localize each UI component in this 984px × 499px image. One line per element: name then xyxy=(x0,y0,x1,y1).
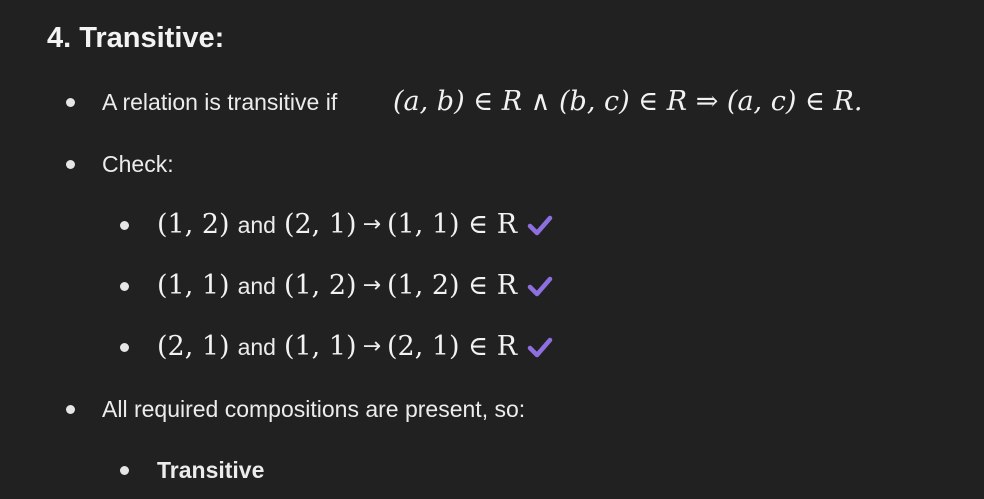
check-label: Check: xyxy=(102,151,174,177)
bullet-icon xyxy=(66,98,75,107)
checkmark-icon xyxy=(527,215,553,236)
checkmark-icon xyxy=(527,276,553,297)
pair-first: (1, 1) xyxy=(157,270,230,301)
pair-first: (2, 1) xyxy=(157,331,230,362)
definition-math: (a, b) ∈ R ∧ (b, c) ∈ R ⇒ (a, c) ∈ R. xyxy=(393,86,863,117)
bullet-icon xyxy=(66,405,75,414)
joiner-text: and xyxy=(237,212,276,238)
bullet-icon xyxy=(120,343,129,352)
result-pair: (2, 1) ∈ R xyxy=(387,331,518,362)
arrow-icon: → xyxy=(362,273,381,298)
joiner-text: and xyxy=(237,273,276,299)
definition-text: A relation is transitive if xyxy=(102,89,338,115)
arrow-icon: → xyxy=(362,334,381,359)
verdict-text: Transitive xyxy=(157,457,265,483)
pair-first: (1, 2) xyxy=(157,209,230,240)
arrow-icon: → xyxy=(362,212,381,237)
bullet-icon xyxy=(120,282,129,291)
result-pair: (1, 1) ∈ R xyxy=(387,209,518,240)
conclusion-text: All required compositions are present, s… xyxy=(102,396,526,422)
joiner-text: and xyxy=(237,334,276,360)
checkmark-icon xyxy=(527,337,553,358)
result-pair: (1, 2) ∈ R xyxy=(387,270,518,301)
bullet-icon xyxy=(120,221,129,230)
section-heading: 4. Transitive: xyxy=(47,22,225,54)
bullet-icon xyxy=(120,466,129,475)
pair-second: (1, 1) xyxy=(283,331,357,362)
pair-second: (2, 1) xyxy=(283,209,357,240)
bullet-icon xyxy=(66,160,75,169)
pair-second: (1, 2) xyxy=(283,270,357,301)
